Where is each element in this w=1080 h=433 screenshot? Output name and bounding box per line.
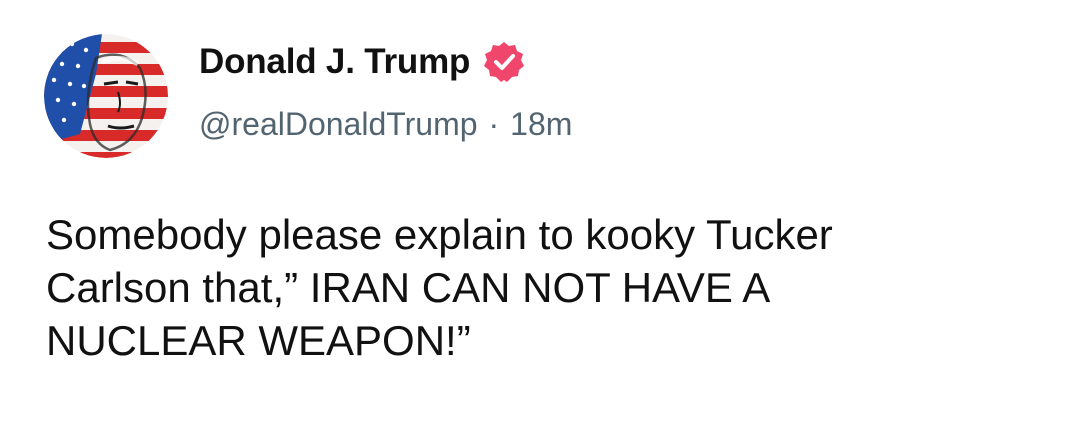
verified-badge-icon (482, 40, 526, 84)
meta-separator: · (488, 106, 500, 142)
flag-portrait-avatar-icon (44, 34, 168, 158)
post-card: Donald J. Trump @realDonaldTrump · 18m S… (0, 0, 1080, 433)
author-handle[interactable]: @realDonaldTrump (199, 106, 478, 143)
author-row: Donald J. Trump (199, 40, 526, 84)
author-display-name[interactable]: Donald J. Trump (199, 42, 470, 82)
avatar[interactable] (44, 34, 168, 158)
post-timestamp[interactable]: 18m (510, 106, 572, 143)
post-text: Somebody please explain to kooky Tucker … (46, 211, 833, 364)
post-meta: @realDonaldTrump · 18m (199, 106, 572, 143)
